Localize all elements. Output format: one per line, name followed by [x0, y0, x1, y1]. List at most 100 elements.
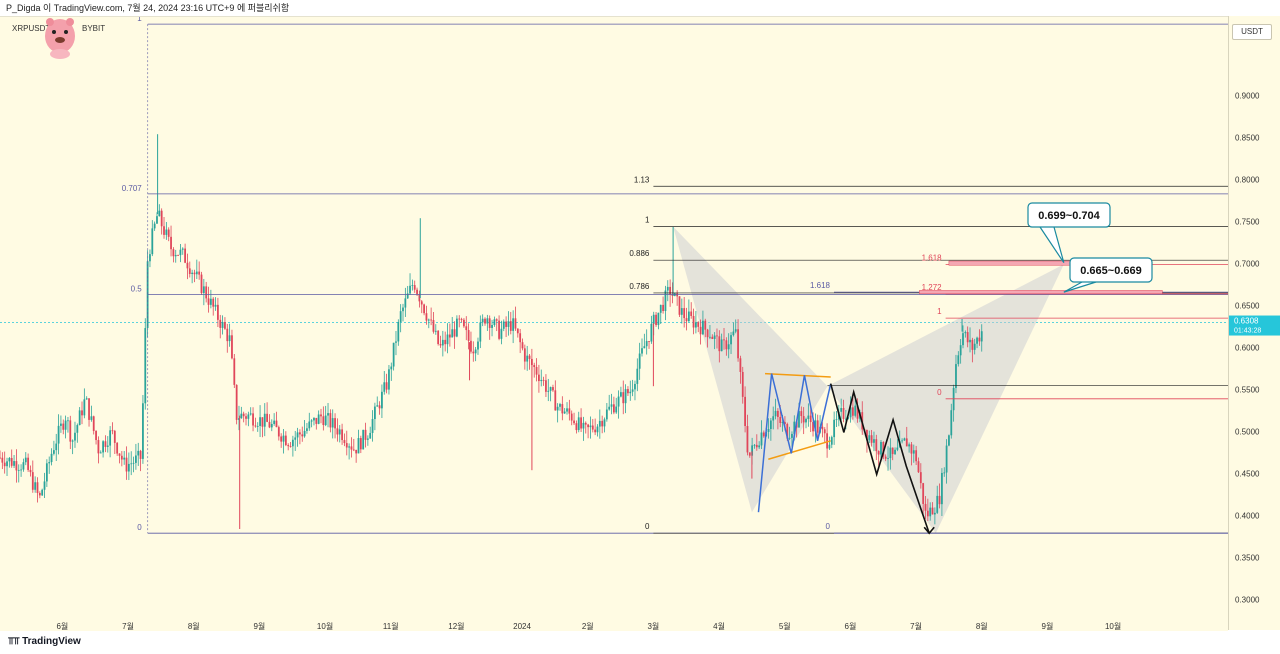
candle-body	[559, 404, 561, 407]
candle-body	[320, 414, 322, 417]
candle-body	[709, 336, 711, 338]
candle-body	[15, 461, 18, 471]
x-tick-label: 6월	[845, 621, 857, 631]
candle-body	[908, 444, 911, 447]
candle-body	[350, 446, 353, 450]
candle-body	[788, 437, 791, 439]
fib-mid-level-label: 1.13	[634, 175, 650, 184]
candle-body	[568, 408, 571, 414]
candle-body	[331, 418, 334, 428]
candle-body	[828, 444, 831, 449]
candle-body	[308, 421, 311, 429]
candle-body	[884, 456, 887, 459]
tradingview-logo[interactable]: ⫪⫪ TradingView	[8, 636, 81, 647]
fib-mid-level-label: 1	[645, 216, 650, 225]
candle-body	[912, 450, 915, 454]
candle-body	[664, 290, 667, 311]
candle-body	[139, 450, 142, 459]
candle-body	[526, 355, 529, 362]
candle-body	[936, 495, 939, 513]
candle-body	[929, 507, 932, 517]
candle-body	[919, 472, 922, 484]
callout-text: 0.665~0.669	[1080, 265, 1141, 277]
candle-body	[29, 469, 32, 473]
candle-body	[226, 328, 229, 342]
candle-body	[209, 298, 212, 305]
candle-body	[971, 339, 974, 350]
candle-body	[357, 438, 360, 454]
candle-body	[24, 457, 27, 463]
candle-body	[470, 340, 472, 352]
candle-body	[252, 413, 254, 426]
candle-body	[217, 304, 219, 320]
extension-level-label: 0	[826, 522, 831, 531]
candle-body	[336, 428, 339, 435]
candle-body	[322, 416, 325, 426]
candle-body	[926, 510, 929, 517]
x-tick-label: 2024	[513, 622, 531, 631]
candle-body	[840, 407, 843, 412]
footer-bar: ⫪⫪ TradingView	[0, 632, 1280, 654]
x-tick-label: 6월	[56, 621, 68, 631]
candle-body	[498, 320, 500, 339]
candle-body	[399, 311, 402, 322]
price-axis[interactable]: 0.9000 0.8500 0.8000 0.7500 0.7000 0.6500 0.60…	[1228, 16, 1280, 630]
x-tick-label: 10월	[317, 621, 333, 631]
candle-body	[830, 437, 833, 445]
candle-body	[533, 365, 536, 368]
candle-body	[690, 311, 693, 317]
candle-body	[969, 339, 971, 343]
chart-area[interactable]: 6월 7월 8월 9월 10월 11월 12월 2024 2월 3월 4월 5월 6월 7월 8월 9월 10월…	[0, 16, 1228, 631]
candle-body	[266, 413, 269, 422]
candle-body	[153, 223, 156, 229]
candle-body	[434, 330, 437, 332]
candle-body	[233, 358, 236, 385]
candle-body	[420, 301, 423, 305]
candle-body	[158, 210, 161, 217]
candle-body	[816, 420, 819, 433]
candle-body	[636, 368, 639, 384]
candle-body	[685, 318, 688, 322]
candle-body	[74, 432, 76, 441]
candle-body	[851, 407, 854, 416]
candle-body	[809, 415, 812, 423]
candle-body	[678, 296, 681, 315]
price-chart[interactable]: 6월 7월 8월 9월 10월 11월 12월 2024 2월 3월 4월 5월 6월 7월 8월 9월 10월…	[0, 17, 1228, 631]
candle-body	[371, 419, 374, 433]
candle-body	[144, 328, 147, 404]
candle-body	[198, 271, 201, 275]
candle-body	[149, 254, 151, 262]
candle-body	[348, 446, 351, 448]
candle-body	[587, 424, 590, 428]
candle-body	[479, 322, 482, 342]
candle-body	[718, 336, 721, 352]
candle-body	[601, 420, 604, 427]
candle-body	[519, 333, 522, 343]
candle-body	[748, 452, 751, 456]
candle-body	[955, 364, 957, 388]
candle-body	[195, 271, 198, 275]
candle-body	[31, 472, 34, 490]
candle-body	[589, 425, 592, 428]
candle-body	[224, 322, 226, 329]
y-tick-label: 0.7500	[1235, 217, 1260, 226]
candle-body	[772, 416, 775, 421]
candle-body	[896, 447, 899, 450]
candle-body	[948, 435, 950, 446]
candle-body	[38, 492, 41, 496]
candle-body	[177, 254, 179, 256]
callout-text: 0.699~0.704	[1038, 210, 1100, 222]
candle-body	[694, 322, 697, 328]
candle-body	[821, 426, 824, 430]
candle-body	[887, 458, 889, 459]
currency-button[interactable]: USDT	[1232, 24, 1272, 40]
candle-body	[381, 391, 383, 409]
candle-body	[980, 331, 983, 342]
fib-left-level-label: 0.5	[131, 285, 143, 294]
candle-body	[352, 449, 355, 451]
candle-body	[284, 435, 287, 446]
candle-body	[376, 405, 379, 407]
candle-body	[493, 319, 496, 326]
candle-body	[52, 450, 55, 454]
x-tick-label: 8월	[976, 621, 988, 631]
